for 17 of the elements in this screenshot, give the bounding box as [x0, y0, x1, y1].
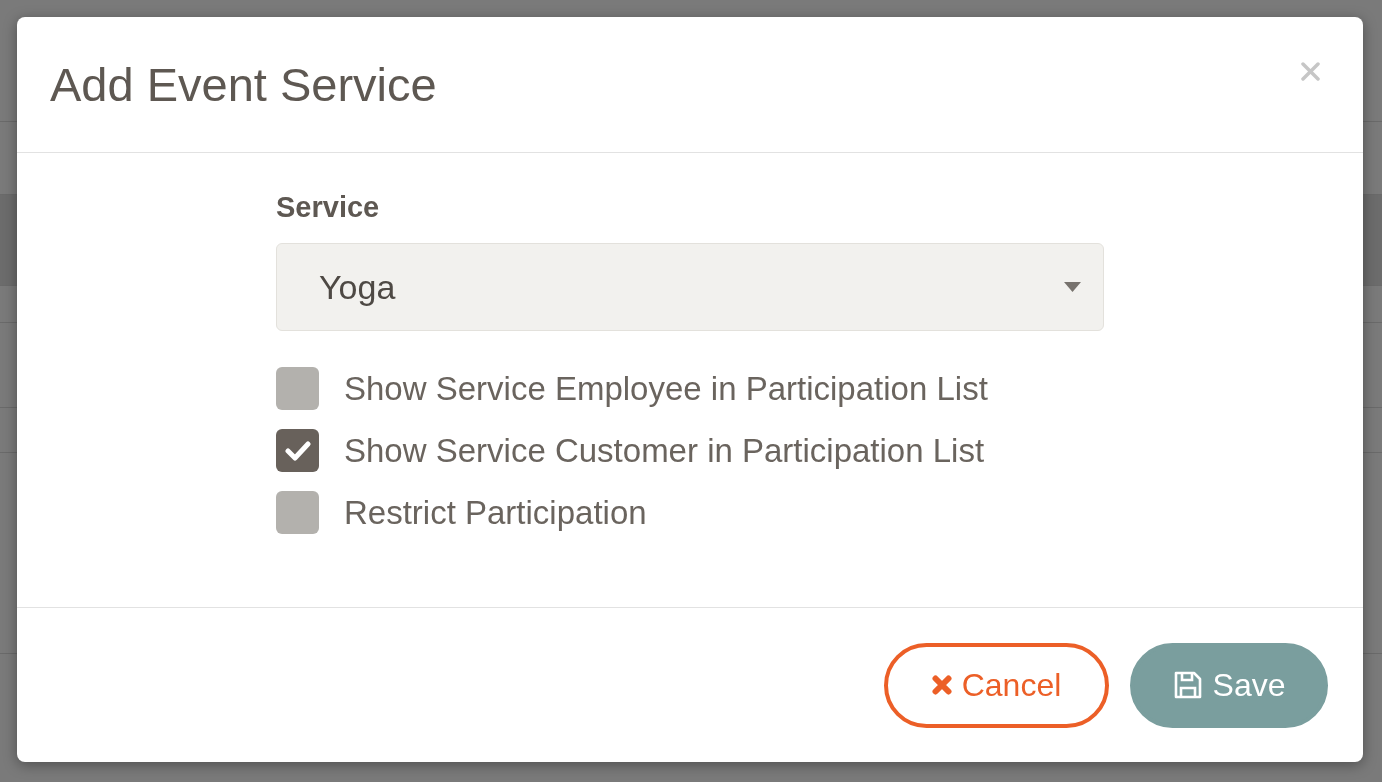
checkbox[interactable] [276, 491, 319, 534]
cross-icon [931, 675, 952, 695]
checkbox-label: Show Service Employee in Participation List [344, 369, 988, 408]
checkbox-label: Show Service Customer in Participation List [344, 431, 985, 470]
close-icon [1301, 62, 1320, 81]
close-button[interactable] [1301, 62, 1320, 81]
cancel-button[interactable]: Cancel [884, 642, 1109, 728]
caret-icon [1064, 282, 1081, 292]
check-icon [284, 440, 311, 461]
dialog-title: Add Event Service [50, 57, 437, 112]
checkbox-label: Restrict Participation [344, 493, 647, 532]
service-select[interactable]: Yoga [276, 243, 1104, 331]
checkbox[interactable] [276, 367, 319, 410]
service-label: Service [276, 190, 380, 225]
checkbox[interactable] [276, 429, 319, 472]
select-value: Yoga [319, 267, 396, 307]
save-button[interactable]: Save [1130, 642, 1328, 728]
